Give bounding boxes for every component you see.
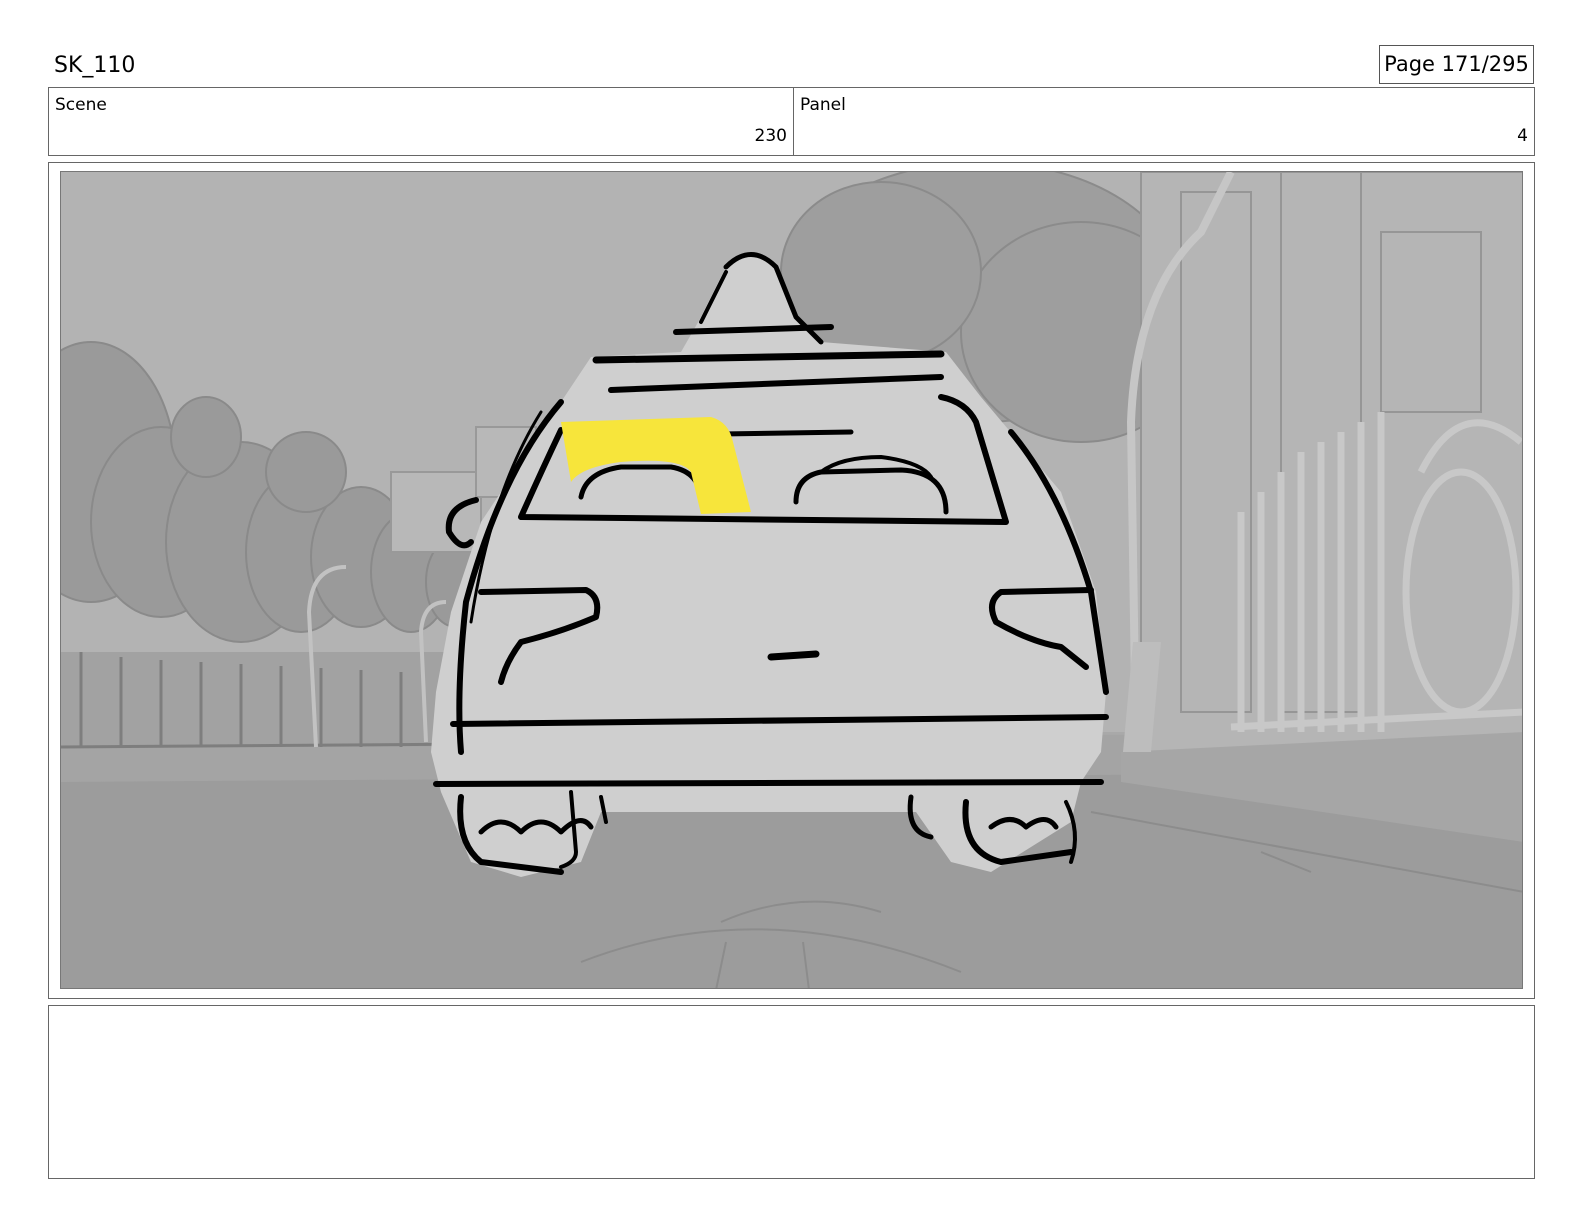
scene-value: 230: [754, 126, 787, 146]
storyboard-frame: [48, 162, 1535, 999]
left-fence: [61, 652, 482, 749]
storyboard-drawing: [61, 172, 1522, 988]
panel-label: Panel: [800, 95, 846, 115]
scene-cell: Scene 230: [49, 88, 794, 155]
notes-box: [48, 1005, 1535, 1179]
storyboard-image: [60, 171, 1523, 989]
panel-value: 4: [1517, 126, 1528, 146]
scene-panel-info-row: Scene 230 Panel 4: [48, 87, 1535, 156]
scene-label: Scene: [55, 95, 107, 115]
page-number-box: Page 171/295: [1379, 45, 1534, 84]
document-id: SK_110: [54, 53, 136, 78]
panel-cell: Panel 4: [794, 88, 1534, 155]
